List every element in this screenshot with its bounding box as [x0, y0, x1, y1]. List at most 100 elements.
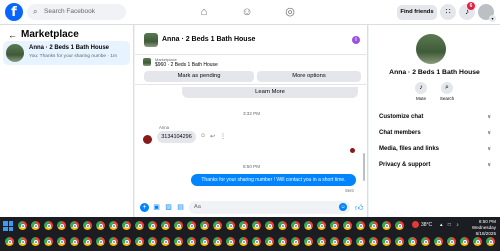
chrome-taskbar-icon[interactable] — [57, 221, 66, 230]
chrome-taskbar-icon[interactable] — [330, 221, 339, 230]
chrome-taskbar-icon[interactable] — [252, 237, 261, 246]
chrome-taskbar-icon[interactable] — [369, 221, 378, 230]
chrome-taskbar-icon[interactable] — [83, 221, 92, 230]
chrome-taskbar-icon[interactable] — [187, 237, 196, 246]
menu-grid-icon[interactable]: ∷ — [440, 4, 456, 20]
groups-icon[interactable]: ◎ — [283, 5, 297, 19]
chrome-taskbar-icon[interactable] — [395, 221, 404, 230]
chrome-taskbar-icon[interactable] — [447, 237, 456, 246]
media-files-links-section[interactable]: Media, files and links ∨ — [379, 146, 491, 152]
chrome-taskbar-icon[interactable] — [57, 237, 66, 246]
react-emoji-icon[interactable]: ☺ — [200, 133, 206, 139]
chrome-taskbar-icon[interactable] — [174, 237, 183, 246]
search-facebook-input[interactable]: ⌕ Search Facebook — [27, 4, 126, 20]
chrome-taskbar-icon[interactable] — [135, 237, 144, 246]
thumbs-up-icon[interactable]: 👍︎ — [355, 203, 363, 213]
search-conversation-button[interactable]: ⌕ Search — [437, 82, 457, 101]
outgoing-message-bubble[interactable]: Thanks for your sharing number ! Will co… — [191, 174, 356, 186]
info-icon[interactable]: i — [352, 36, 360, 44]
chrome-taskbar-icon[interactable] — [200, 237, 209, 246]
chrome-taskbar-icon[interactable] — [239, 237, 248, 246]
chrome-taskbar-icon[interactable] — [291, 221, 300, 230]
chrome-taskbar-icon[interactable] — [122, 221, 131, 230]
chrome-taskbar-icon[interactable] — [148, 221, 157, 230]
conversation-list-item[interactable]: Anna · 2 Beds 1 Bath House You: Thanks f… — [3, 41, 130, 65]
chrome-taskbar-icon[interactable] — [96, 221, 105, 230]
chrome-taskbar-icon[interactable] — [252, 221, 261, 230]
chrome-taskbar-icon[interactable] — [265, 221, 274, 230]
mark-as-pending-button[interactable]: Mark as pending — [144, 71, 254, 82]
find-friends-button[interactable]: Find friends — [397, 5, 437, 20]
chrome-taskbar-icon[interactable] — [18, 221, 27, 230]
chrome-taskbar-icon[interactable] — [226, 221, 235, 230]
sticker-icon[interactable]: ▨ — [164, 203, 173, 212]
gif-icon[interactable]: ▤ — [176, 203, 185, 212]
chrome-taskbar-icon[interactable] — [5, 237, 14, 246]
chrome-taskbar-icon[interactable] — [356, 221, 365, 230]
more-options-button[interactable]: More options — [257, 71, 361, 82]
chrome-taskbar-icon[interactable] — [109, 221, 118, 230]
chrome-taskbar-icon[interactable] — [226, 237, 235, 246]
chrome-taskbar-icon[interactable] — [265, 237, 274, 246]
chrome-taskbar-icon[interactable] — [161, 221, 170, 230]
chrome-taskbar-icon[interactable] — [187, 221, 196, 230]
image-icon[interactable]: ▣ — [152, 203, 161, 212]
chrome-taskbar-icon[interactable] — [343, 237, 352, 246]
chrome-taskbar-icon[interactable] — [317, 221, 326, 230]
back-arrow-icon[interactable]: ← — [8, 30, 17, 40]
chrome-taskbar-icon[interactable] — [18, 237, 27, 246]
mute-button[interactable]: ♪ Mute — [411, 82, 431, 101]
chrome-taskbar-icon[interactable] — [109, 237, 118, 246]
chrome-taskbar-icon[interactable] — [382, 221, 391, 230]
chrome-taskbar-icon[interactable] — [343, 221, 352, 230]
chrome-taskbar-icon[interactable] — [135, 221, 144, 230]
chrome-taskbar-icon[interactable] — [200, 221, 209, 230]
chrome-taskbar-icon[interactable] — [382, 237, 391, 246]
chrome-taskbar-icon[interactable] — [44, 237, 53, 246]
learn-more-button[interactable]: Learn More — [182, 87, 358, 98]
chrome-taskbar-icon[interactable] — [356, 237, 365, 246]
chrome-taskbar-icon[interactable] — [291, 237, 300, 246]
chrome-taskbar-icon[interactable] — [304, 221, 313, 230]
chrome-taskbar-icon[interactable] — [96, 237, 105, 246]
chrome-taskbar-icon[interactable] — [213, 221, 222, 230]
chrome-taskbar-icon[interactable] — [70, 221, 79, 230]
privacy-support-section[interactable]: Privacy & support ∨ — [379, 162, 491, 168]
sender-avatar[interactable] — [143, 135, 152, 144]
chrome-taskbar-icon[interactable] — [83, 237, 92, 246]
chrome-taskbar-icon[interactable] — [161, 237, 170, 246]
listing-price-title[interactable]: $960 · 2 Beds 1 Bath House — [155, 62, 218, 68]
chrome-taskbar-icon[interactable] — [122, 237, 131, 246]
chrome-taskbar-icon[interactable] — [434, 237, 443, 246]
facebook-logo[interactable]: f — [5, 3, 23, 21]
chrome-taskbar-icon[interactable] — [174, 221, 183, 230]
home-icon[interactable]: ⌂ — [197, 5, 211, 19]
incoming-message-bubble[interactable]: 3134104296 — [157, 131, 196, 143]
chrome-taskbar-icon[interactable] — [486, 237, 495, 246]
chrome-taskbar-icon[interactable] — [317, 237, 326, 246]
chat-title[interactable]: Anna · 2 Beds 1 Bath House — [162, 36, 255, 43]
customize-chat-section[interactable]: Customize chat ∨ — [379, 114, 491, 120]
chrome-taskbar-icon[interactable] — [408, 237, 417, 246]
profile-avatar[interactable]: ▾ — [478, 4, 496, 22]
chrome-taskbar-icon[interactable] — [395, 237, 404, 246]
chrome-taskbar-icon[interactable] — [148, 237, 157, 246]
chrome-taskbar-icon[interactable] — [473, 237, 482, 246]
chrome-taskbar-icon[interactable] — [213, 237, 222, 246]
chrome-taskbar-icon[interactable] — [44, 221, 53, 230]
chrome-taskbar-icon[interactable] — [31, 237, 40, 246]
chrome-taskbar-icon[interactable] — [278, 221, 287, 230]
chrome-taskbar-icon[interactable] — [239, 221, 248, 230]
chrome-taskbar-icon[interactable] — [460, 237, 469, 246]
clock[interactable]: 8:50 PM Wednesday 6/18/2025 — [456, 219, 496, 237]
chrome-taskbar-icon[interactable] — [31, 221, 40, 230]
chat-members-section[interactable]: Chat members ∨ — [379, 130, 491, 136]
chrome-taskbar-icon[interactable] — [304, 237, 313, 246]
weather-icon[interactable] — [412, 221, 419, 228]
chrome-taskbar-icon[interactable] — [369, 237, 378, 246]
emoji-icon[interactable]: ☺ — [339, 203, 347, 211]
message-input[interactable]: Aa ☺ — [189, 201, 350, 214]
reply-icon[interactable]: ↩ — [210, 133, 215, 140]
plus-icon[interactable]: + — [140, 203, 149, 212]
friends-icon[interactable]: ☺ — [240, 5, 254, 19]
